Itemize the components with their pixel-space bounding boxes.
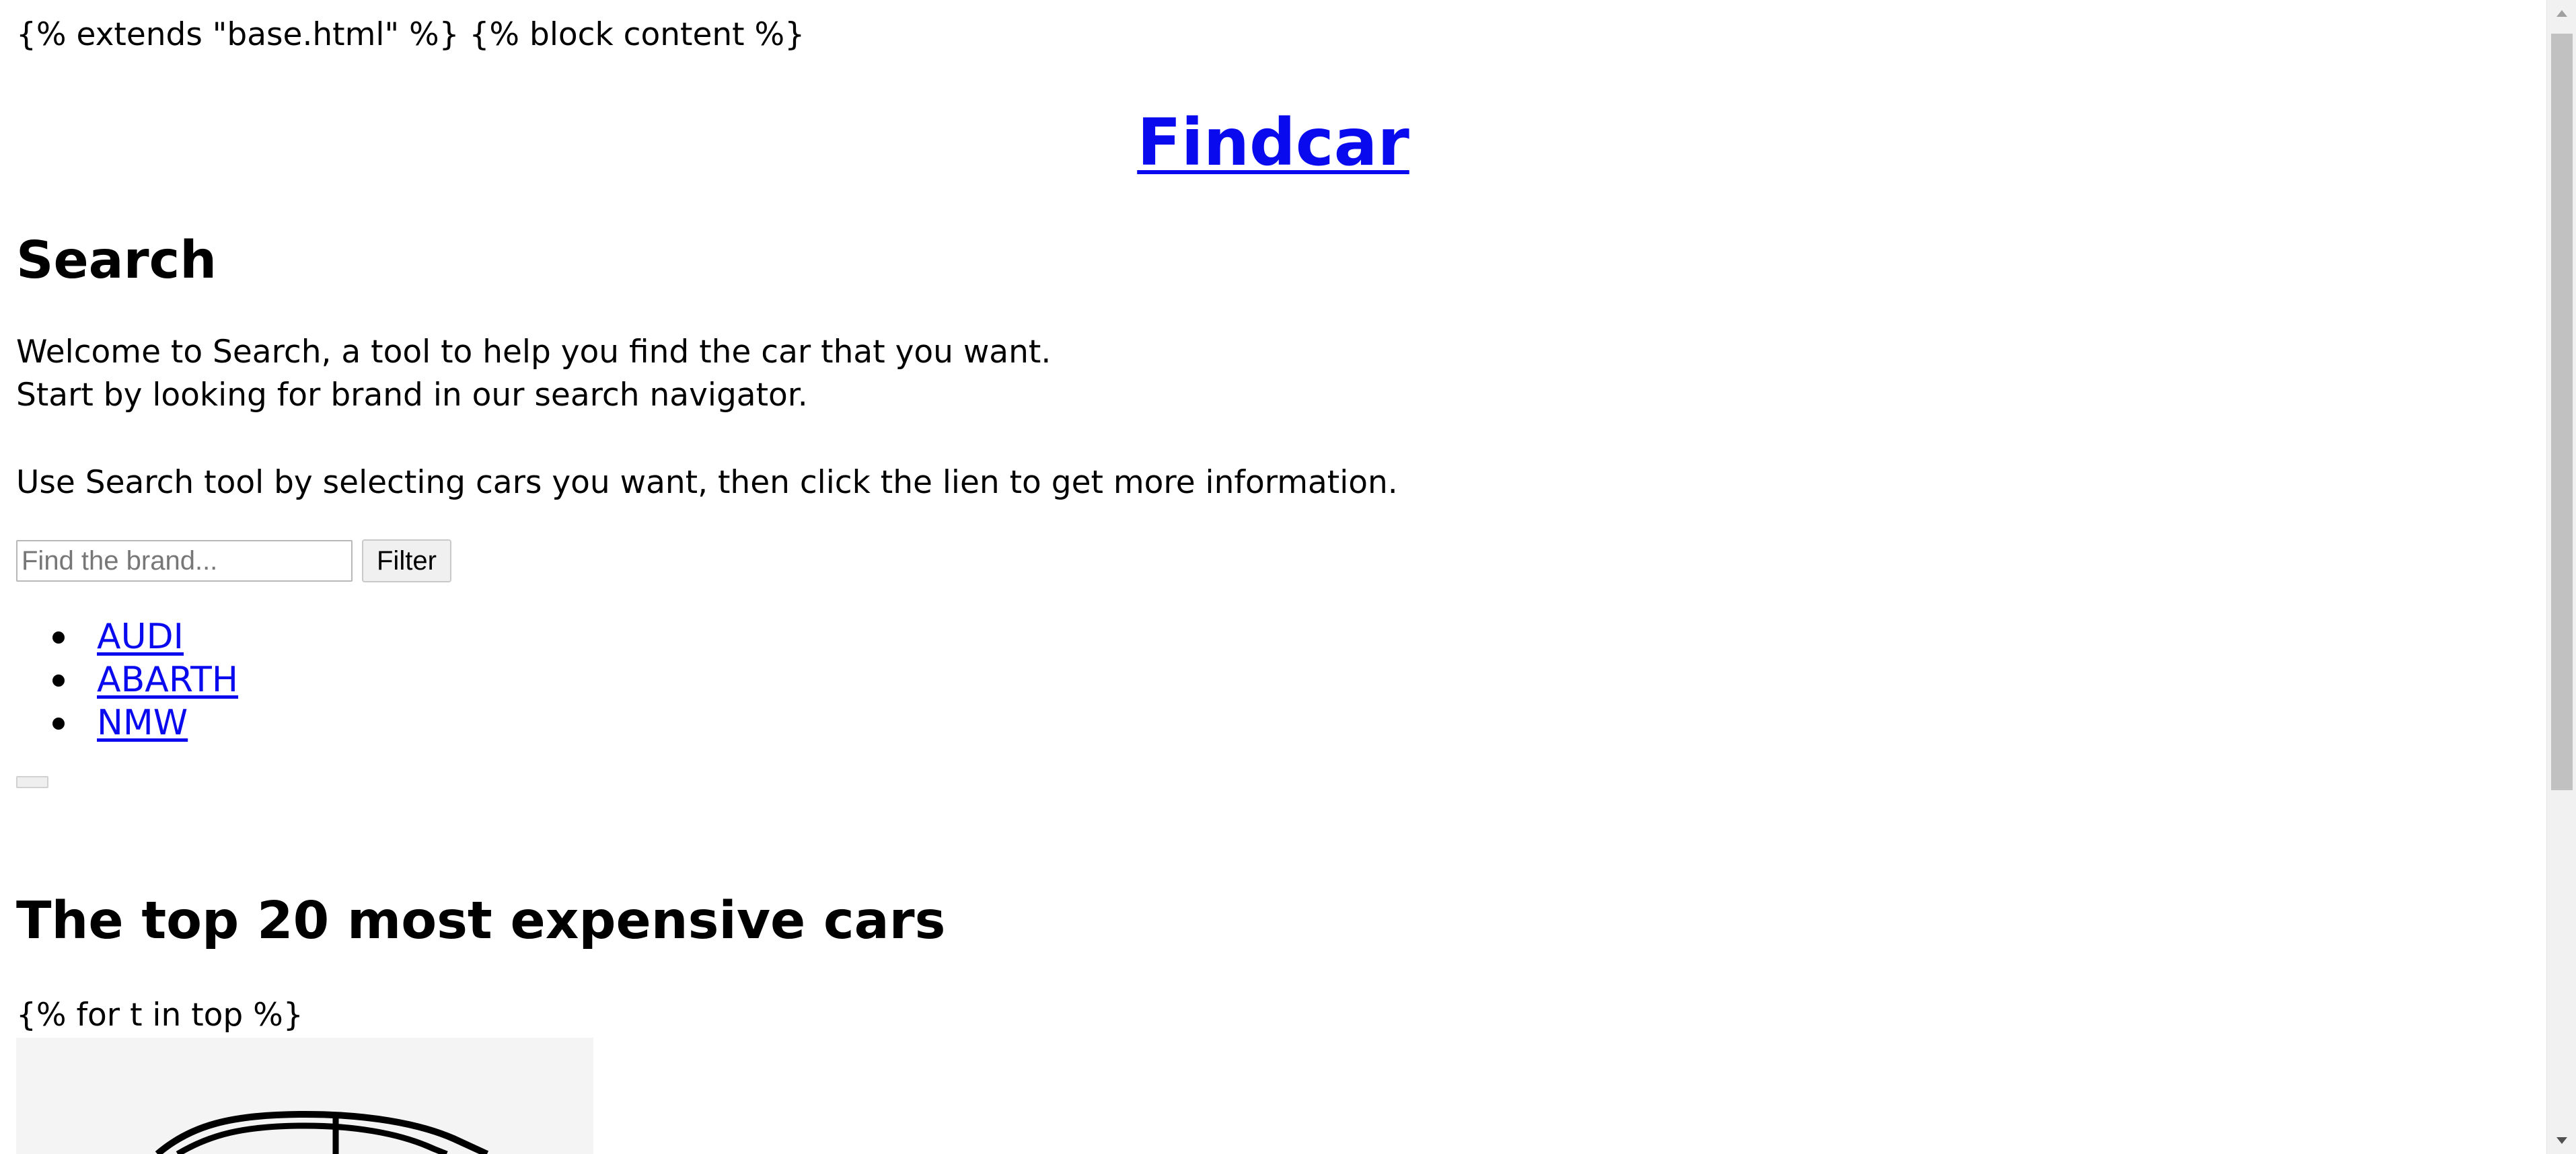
filter-button[interactable]: Filter — [362, 539, 451, 582]
brand-filter-form: Filter — [16, 539, 451, 582]
empty-button[interactable] — [16, 776, 48, 788]
intro-line-2: Start by looking for brand in our search… — [16, 377, 808, 414]
brand-link-abarth[interactable]: ABARTH — [97, 660, 238, 700]
brand-list: AUDI ABARTH NMW — [16, 615, 238, 744]
bullet-icon — [52, 675, 65, 687]
scroll-down-icon[interactable] — [2547, 1127, 2576, 1154]
car-icon — [155, 1110, 489, 1154]
list-item: NMW — [52, 701, 238, 744]
brand-link-audi[interactable]: AUDI — [97, 617, 184, 657]
search-heading: Search — [16, 231, 217, 291]
scrollbar-thumb[interactable] — [2551, 34, 2573, 790]
brand-link-nmw[interactable]: NMW — [97, 703, 188, 743]
page: {% extends "base.html" %} {% block conte… — [0, 0, 2546, 1154]
bullet-icon — [52, 631, 65, 644]
top-cars-heading: The top 20 most expensive cars — [16, 891, 946, 951]
vertical-scrollbar[interactable] — [2546, 0, 2576, 1154]
bullet-icon — [52, 718, 65, 730]
site-title: Findcar — [0, 100, 2546, 186]
scroll-up-icon[interactable] — [2547, 0, 2576, 27]
template-extends-text: {% extends "base.html" %} {% block conte… — [16, 16, 805, 53]
search-usage-text: Use Search tool by selecting cars you wa… — [16, 464, 1398, 501]
search-intro: Welcome to Search, a tool to help you fi… — [16, 331, 1051, 417]
site-title-link[interactable]: Findcar — [1137, 105, 1409, 180]
list-item: AUDI — [52, 615, 238, 658]
list-item: ABARTH — [52, 658, 238, 701]
car-image — [16, 1038, 593, 1154]
template-loop-text: {% for t in top %} — [16, 997, 303, 1034]
brand-search-input[interactable] — [16, 540, 353, 582]
intro-line-1: Welcome to Search, a tool to help you fi… — [16, 334, 1052, 371]
